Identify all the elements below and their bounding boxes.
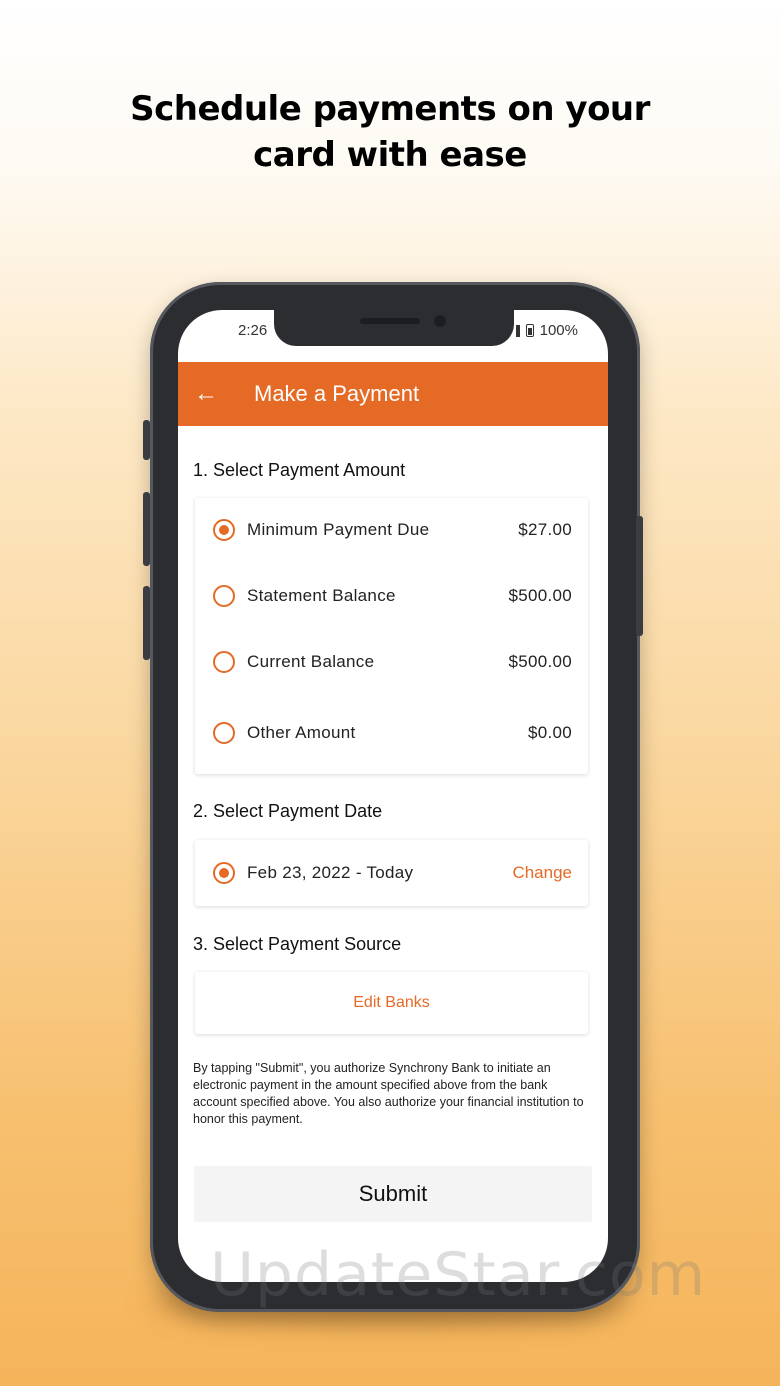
submit-button[interactable]: Submit <box>194 1166 592 1222</box>
power-button <box>636 516 643 636</box>
payment-source-card: Edit Banks <box>195 972 588 1034</box>
option-value: $0.00 <box>527 723 572 742</box>
change-date-link[interactable]: Change <box>512 863 572 883</box>
amount-option-other[interactable]: Other Amount $0.00 <box>195 713 588 753</box>
volume-up-button <box>143 492 150 566</box>
section-title-source: 3. Select Payment Source <box>193 934 402 954</box>
payment-date-card: Feb 23, 2022 - Today Change <box>195 840 588 906</box>
edit-banks-link[interactable]: Edit Banks <box>195 994 588 1012</box>
option-value: $500.00 <box>508 652 572 671</box>
section-title-amount: 1. Select Payment Amount <box>193 460 406 480</box>
option-label: Minimum Payment Due <box>247 520 430 539</box>
signal-icon <box>515 324 520 337</box>
speaker <box>360 318 420 324</box>
option-value: $27.00 <box>518 520 572 539</box>
amount-option-statement[interactable]: Statement Balance $500.00 <box>195 576 588 616</box>
amount-option-minimum[interactable]: Minimum Payment Due $27.00 <box>195 510 588 550</box>
date-option-today[interactable]: Feb 23, 2022 - Today Change <box>195 853 588 893</box>
payment-amount-card: Minimum Payment Due $27.00 Statement Bal… <box>195 498 588 774</box>
radio-statement[interactable] <box>213 585 235 607</box>
battery-icon <box>525 324 534 337</box>
radio-minimum[interactable] <box>213 519 235 541</box>
option-label: Statement Balance <box>247 586 396 605</box>
option-label: Other Amount <box>247 723 356 742</box>
authorization-disclaimer: By tapping "Submit", you authorize Synch… <box>193 1061 584 1126</box>
volume-down-button <box>143 586 150 660</box>
app-bar: ← Make a Payment <box>178 362 608 426</box>
arrow-left-icon[interactable]: ← <box>178 380 234 408</box>
section-title-date: 2. Select Payment Date <box>193 801 383 821</box>
date-label: Feb 23, 2022 - Today <box>247 863 414 882</box>
battery-percent: 100% <box>539 322 578 339</box>
headline-line-1: Schedule payments on your <box>130 89 650 129</box>
phone-screen: 2:26 100% ← Make a Payment 1. Select Pay… <box>178 310 608 1282</box>
mute-switch <box>143 420 150 460</box>
status-time: 2:26 <box>238 322 268 339</box>
notch <box>274 310 514 346</box>
headline: Schedule payments on your card with ease <box>0 86 780 178</box>
radio-other[interactable] <box>213 722 235 744</box>
app-bar-title: Make a Payment <box>254 381 420 406</box>
radio-current[interactable] <box>213 651 235 673</box>
option-label: Current Balance <box>247 652 375 671</box>
watermark: UpdateStar.com <box>210 1240 707 1310</box>
headline-line-2: card with ease <box>253 135 527 175</box>
front-camera <box>434 315 446 327</box>
status-icons: 100% <box>515 322 578 339</box>
option-value: $500.00 <box>508 586 572 605</box>
radio-date[interactable] <box>213 862 235 884</box>
amount-option-current[interactable]: Current Balance $500.00 <box>195 642 588 682</box>
